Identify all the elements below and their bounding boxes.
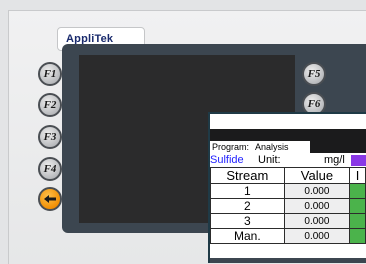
f3-label: F3 <box>43 131 57 143</box>
table-row[interactable]: Man. 0.000 <box>210 228 366 244</box>
stream-id: Man. <box>210 228 285 244</box>
header-stream: Stream <box>210 167 285 184</box>
unit-label: Unit: <box>258 154 281 166</box>
stream-status-cell <box>349 183 366 199</box>
header-extra: I <box>349 167 366 184</box>
streams-table: Stream Value I 1 0.000 2 0.000 3 0.000 M… <box>210 167 366 244</box>
arrow-left-icon <box>44 195 56 203</box>
f1-button[interactable]: F1 <box>38 62 62 86</box>
f2-label: F2 <box>43 99 57 111</box>
stream-status-cell <box>349 198 366 214</box>
stream-id: 2 <box>210 198 285 214</box>
program-label: Program: <box>212 142 250 152</box>
f3-button[interactable]: F3 <box>38 125 62 149</box>
lcd-analysis-window: Program: Analysis Sulfide Unit: mg/l Stre… <box>208 112 366 263</box>
stream-status-cell <box>349 213 366 229</box>
stream-status-cell <box>349 228 366 244</box>
f5-label: F5 <box>307 68 321 80</box>
table-row[interactable]: 1 0.000 <box>210 183 366 199</box>
f6-label: F6 <box>307 98 321 110</box>
program-value: Analysis <box>255 142 289 152</box>
back-button[interactable] <box>38 187 62 211</box>
table-header-row: Stream Value I <box>210 167 366 184</box>
unit-value: mg/l <box>324 154 345 166</box>
f5-button[interactable]: F5 <box>302 62 326 86</box>
f4-label: F4 <box>43 163 57 175</box>
table-row[interactable]: 3 0.000 <box>210 213 366 229</box>
unit-row: Sulfide Unit: mg/l <box>210 154 366 167</box>
stream-value: 0.000 <box>283 228 351 244</box>
stream-value: 0.000 <box>283 213 351 229</box>
stream-value: 0.000 <box>283 183 351 199</box>
header-value: Value <box>283 167 351 184</box>
color-swatch <box>351 155 366 166</box>
stream-value: 0.000 <box>283 198 351 214</box>
f1-label: F1 <box>43 68 57 80</box>
program-line: Program: Analysis <box>210 141 310 153</box>
f2-button[interactable]: F2 <box>38 93 62 117</box>
f4-button[interactable]: F4 <box>38 157 62 181</box>
table-row[interactable]: 2 0.000 <box>210 198 366 214</box>
stream-id: 1 <box>210 183 285 199</box>
stream-id: 3 <box>210 213 285 229</box>
analyte-name: Sulfide <box>210 154 244 166</box>
